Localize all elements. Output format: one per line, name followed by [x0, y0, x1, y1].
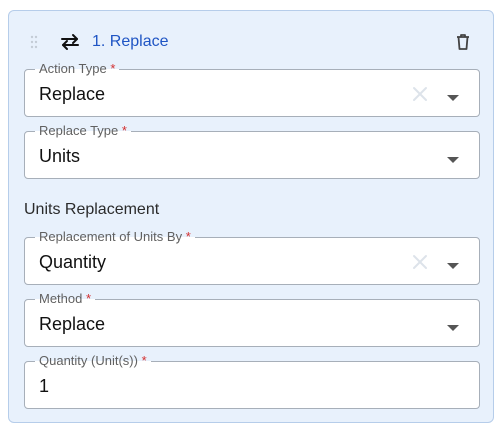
- quantity-label: Quantity (Unit(s)) *: [35, 353, 151, 369]
- clear-icon[interactable]: [411, 85, 429, 103]
- chevron-down-icon[interactable]: [447, 89, 459, 101]
- method-value: Replace: [39, 314, 106, 334]
- chevron-down-icon[interactable]: [447, 151, 459, 163]
- drag-handle-icon[interactable]: [30, 35, 38, 49]
- replacement-of-units-by-select[interactable]: Replacement of Units By * Quantity: [24, 229, 480, 285]
- rule-title: 1. Replace: [92, 33, 169, 50]
- action-type-value: Replace: [39, 84, 106, 104]
- swap-arrows-icon: [59, 32, 81, 52]
- trash-icon[interactable]: [455, 33, 471, 51]
- replacement-of-units-by-label: Replacement of Units By *: [35, 229, 195, 245]
- action-type-select[interactable]: Action Type * Replace: [24, 61, 480, 117]
- replace-type-value: Units: [39, 146, 81, 166]
- required-mark: *: [141, 353, 147, 368]
- replacement-of-units-by-value: Quantity: [39, 252, 107, 272]
- required-mark: *: [121, 123, 127, 138]
- replace-rule-card: 1. Replace Action Type * Replace Replace…: [8, 10, 494, 423]
- quantity-input[interactable]: Quantity (Unit(s)) * 1: [24, 353, 480, 409]
- replace-type-select[interactable]: Replace Type * Units: [24, 123, 480, 179]
- method-label: Method *: [35, 291, 96, 307]
- method-select[interactable]: Method * Replace: [24, 291, 480, 347]
- chevron-down-icon[interactable]: [447, 319, 459, 331]
- required-mark: *: [110, 61, 116, 76]
- units-replacement-heading: Units Replacement: [24, 201, 160, 218]
- required-mark: *: [86, 291, 92, 306]
- replace-type-label: Replace Type *: [35, 123, 131, 139]
- action-type-label: Action Type *: [35, 61, 120, 77]
- clear-icon[interactable]: [411, 253, 429, 271]
- required-mark: *: [185, 229, 191, 244]
- quantity-value[interactable]: 1: [39, 376, 49, 396]
- chevron-down-icon[interactable]: [447, 257, 459, 269]
